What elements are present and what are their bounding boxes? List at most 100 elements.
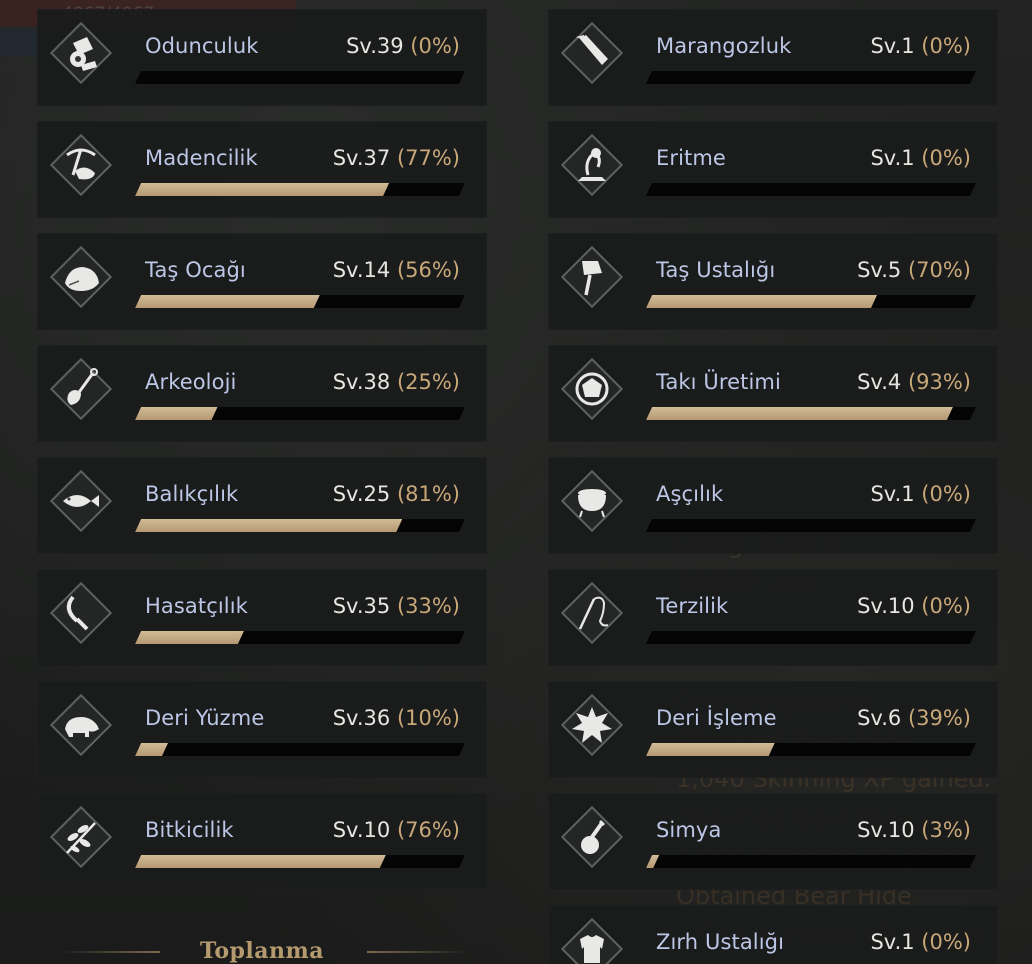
- skill-card[interactable]: Takı Üretimi Sv.4 (93%): [548, 345, 998, 442]
- skill-progress-bar: [646, 631, 976, 644]
- skill-level-value: Sv.37: [332, 146, 391, 170]
- skill-progress-fill: [135, 519, 402, 532]
- skill-level-value: Sv.1: [870, 34, 915, 58]
- skill-level-value: Sv.1: [870, 146, 915, 170]
- skill-level-value: Sv.25: [332, 482, 391, 506]
- skill-level-value: Sv.6: [857, 706, 902, 730]
- skill-level: Sv.38 (25%): [333, 370, 460, 394]
- skill-progress-bar: [646, 519, 976, 532]
- skill-progress-fill: [646, 743, 775, 756]
- skill-level-value: Sv.5: [857, 258, 902, 282]
- gem-icon: [560, 357, 624, 421]
- skill-level: Sv.5 (70%): [857, 258, 971, 282]
- skill-name: Hasatçılık: [145, 594, 248, 618]
- sickle-icon: [49, 581, 113, 645]
- skill-name: Madencilik: [145, 146, 258, 170]
- skill-progress-bar: [646, 183, 976, 196]
- skill-level-value: Sv.38: [332, 370, 391, 394]
- skill-level-value: Sv.14: [332, 258, 391, 282]
- stone-icon: [49, 245, 113, 309]
- skill-progress-bar: [135, 743, 465, 756]
- skill-name: Takı Üretimi: [656, 370, 781, 394]
- skill-name: Taş Ocağı: [145, 258, 246, 282]
- skill-card[interactable]: Arkeoloji Sv.38 (25%): [37, 345, 487, 442]
- skill-progress-fill: [135, 295, 320, 308]
- skill-progress-bar: [646, 295, 976, 308]
- skill-progress-fill: [646, 855, 659, 868]
- skill-card[interactable]: Deri İşleme Sv.6 (39%): [548, 681, 998, 778]
- skill-progress-bar: [646, 743, 976, 756]
- skill-card[interactable]: Hasatçılık Sv.35 (33%): [37, 569, 487, 666]
- section-ornament-right: [367, 951, 467, 953]
- boar-icon: [49, 693, 113, 757]
- skill-level-value: Sv.35: [332, 594, 391, 618]
- skill-progress-bar: [135, 295, 465, 308]
- skill-progress-bar: [135, 407, 465, 420]
- skill-progress-fill: [135, 855, 386, 868]
- skill-level: Sv.6 (39%): [857, 706, 971, 730]
- pot-icon: [560, 469, 624, 533]
- skill-card[interactable]: Aşçılık Sv.1 (0%): [548, 457, 998, 554]
- skill-progress-percent: (0%): [921, 482, 971, 506]
- section-ornament-left: [60, 951, 160, 953]
- skill-progress-bar: [135, 71, 465, 84]
- skill-name: Deri Yüzme: [145, 706, 265, 730]
- flask-icon: [560, 805, 624, 869]
- skill-name: Aşçılık: [656, 482, 724, 506]
- skill-name: Simya: [656, 818, 722, 842]
- skill-progress-bar: [646, 407, 976, 420]
- skill-level-value: Sv.10: [857, 818, 915, 842]
- skill-progress-percent: (0%): [921, 146, 971, 170]
- herb-icon: [49, 805, 113, 869]
- skill-card[interactable]: Deri Yüzme Sv.36 (10%): [37, 681, 487, 778]
- skill-progress-percent: (76%): [396, 818, 460, 842]
- skill-progress-fill: [135, 631, 244, 644]
- skill-progress-percent: (0%): [921, 594, 971, 618]
- stone-hammer-icon: [560, 245, 624, 309]
- skill-level: Sv.1 (0%): [870, 930, 971, 954]
- skill-card[interactable]: Eritme Sv.1 (0%): [548, 121, 998, 218]
- skill-card[interactable]: Taş Ustalığı Sv.5 (70%): [548, 233, 998, 330]
- skill-progress-percent: (70%): [907, 258, 971, 282]
- skill-card[interactable]: Bitkicilik Sv.10 (76%): [37, 793, 487, 890]
- needle-icon: [560, 581, 624, 645]
- section-title: Toplanma: [200, 938, 325, 964]
- fish-icon: [49, 469, 113, 533]
- skill-name: Taş Ustalığı: [656, 258, 776, 282]
- skill-level: Sv.10 (0%): [857, 594, 971, 618]
- skill-progress-bar: [646, 855, 976, 868]
- skill-name: Deri İşleme: [656, 706, 777, 730]
- skill-level: Sv.25 (81%): [333, 482, 460, 506]
- skill-progress-fill: [135, 743, 168, 756]
- skill-progress-fill: [135, 183, 389, 196]
- skill-level: Sv.14 (56%): [333, 258, 460, 282]
- skill-level: Sv.39 (0%): [346, 34, 460, 58]
- skill-progress-percent: (56%): [396, 258, 460, 282]
- skill-progress-percent: (10%): [396, 706, 460, 730]
- skill-level: Sv.36 (10%): [333, 706, 460, 730]
- skill-name: Terzilik: [656, 594, 729, 618]
- hide-icon: [560, 693, 624, 757]
- log-icon: [49, 21, 113, 85]
- skill-level-value: Sv.4: [857, 370, 902, 394]
- skill-card[interactable]: Balıkçılık Sv.25 (81%): [37, 457, 487, 554]
- skill-card[interactable]: Odunculuk Sv.39 (0%): [37, 9, 487, 106]
- skill-name: Eritme: [656, 146, 726, 170]
- skill-level: Sv.4 (93%): [857, 370, 971, 394]
- skill-card[interactable]: Zırh Ustalığı Sv.1 (0%): [548, 905, 998, 964]
- skill-level-value: Sv.10: [857, 594, 915, 618]
- skill-card[interactable]: Marangozluk Sv.1 (0%): [548, 9, 998, 106]
- skill-card[interactable]: Simya Sv.10 (3%): [548, 793, 998, 890]
- skill-progress-bar: [646, 71, 976, 84]
- skill-name: Odunculuk: [145, 34, 259, 58]
- skill-progress-bar: [135, 519, 465, 532]
- skill-card[interactable]: Taş Ocağı Sv.14 (56%): [37, 233, 487, 330]
- skill-name: Bitkicilik: [145, 818, 234, 842]
- smelting-icon: [560, 133, 624, 197]
- skill-card[interactable]: Madencilik Sv.37 (77%): [37, 121, 487, 218]
- skill-level: Sv.35 (33%): [333, 594, 460, 618]
- skill-card[interactable]: Terzilik Sv.10 (0%): [548, 569, 998, 666]
- skill-level-value: Sv.1: [870, 930, 915, 954]
- skill-level: Sv.37 (77%): [333, 146, 460, 170]
- pickaxe-icon: [49, 133, 113, 197]
